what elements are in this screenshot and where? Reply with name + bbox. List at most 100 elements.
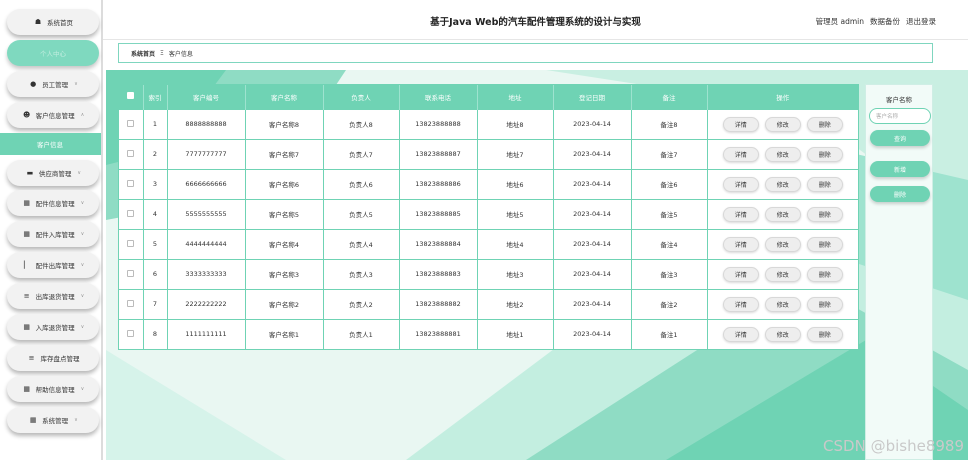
edit-button[interactable]: 修改 bbox=[764, 206, 801, 222]
cell-name: 客户名称5 bbox=[245, 198, 324, 229]
delete-button[interactable]: 删除 bbox=[806, 206, 843, 222]
row-checkbox[interactable] bbox=[119, 108, 144, 139]
column-header: 地址 bbox=[477, 85, 554, 109]
row-checkbox[interactable] bbox=[119, 198, 144, 229]
sidebar-item-out-return[interactable]: ≡ 出库退货管理 ∨ bbox=[7, 283, 99, 309]
cell-code: 1111111111 bbox=[167, 318, 246, 349]
sidebar-subitem-customer-info[interactable]: 客户信息 bbox=[0, 133, 101, 155]
cell-owner: 负责人7 bbox=[323, 138, 400, 169]
cell-owner: 负责人4 bbox=[323, 228, 400, 259]
row-checkbox[interactable] bbox=[119, 138, 144, 169]
detail-button[interactable]: 详情 bbox=[722, 236, 759, 252]
edit-button[interactable]: 修改 bbox=[764, 146, 801, 162]
sidebar-item-label: 供应商管理 bbox=[38, 170, 72, 178]
backup-link[interactable]: 数据备份 bbox=[870, 16, 900, 27]
column-header: 客户编号 bbox=[167, 85, 246, 109]
delete-button[interactable]: 删除 bbox=[806, 236, 843, 252]
sidebar-item-parts-in[interactable]: ▦ 配件入库管理 ∨ bbox=[7, 221, 99, 247]
sidebar-item-label: 帮助信息管理 bbox=[35, 386, 75, 394]
detail-button[interactable]: 详情 bbox=[722, 146, 759, 162]
row-checkbox[interactable] bbox=[119, 288, 144, 319]
row-actions: 详情 修改 删除 bbox=[707, 198, 858, 229]
detail-button[interactable]: 详情 bbox=[722, 266, 759, 282]
sidebar-item-label: 客户信息管理 bbox=[35, 112, 75, 120]
row-checkbox[interactable] bbox=[119, 318, 144, 349]
detail-button[interactable]: 详情 bbox=[722, 176, 759, 192]
sidebar-item-in-return[interactable]: ▦ 入库退货管理 ∨ bbox=[7, 314, 99, 340]
sidebar-subitem-label: 客户信息 bbox=[37, 141, 63, 149]
edit-button[interactable]: 修改 bbox=[764, 326, 801, 342]
delete-button[interactable]: 删除 bbox=[806, 266, 843, 282]
sidebar-item-parts-out[interactable]: ▏ 配件出库管理 ∨ bbox=[7, 252, 99, 278]
detail-button[interactable]: 详情 bbox=[722, 206, 759, 222]
edit-button[interactable]: 修改 bbox=[764, 236, 801, 252]
cell-note: 备注8 bbox=[631, 108, 708, 139]
cell-addr: 地址1 bbox=[477, 318, 554, 349]
column-header: 负责人 bbox=[323, 85, 400, 109]
delete-button[interactable]: 删除 bbox=[806, 176, 843, 192]
cell-addr: 地址4 bbox=[477, 228, 554, 259]
batch-delete-button[interactable]: 删除 bbox=[870, 186, 930, 202]
select-all-checkbox[interactable] bbox=[119, 85, 144, 109]
chevron-down-icon: ∨ bbox=[80, 200, 85, 206]
column-header: 备注 bbox=[631, 85, 708, 109]
logout-link[interactable]: 退出登录 bbox=[906, 16, 936, 27]
column-header: 索引 bbox=[143, 85, 168, 109]
breadcrumb-home[interactable]: 系统首页 bbox=[131, 49, 155, 58]
sidebar-item-supplier[interactable]: ▬ 供应商管理 ∨ bbox=[7, 160, 99, 186]
person-icon: ☻ bbox=[23, 111, 31, 119]
table-row: 3 6666666666 客户名称6 负责人6 13823888886 地址6 2023-0… bbox=[119, 168, 858, 199]
cell-code: 6666666666 bbox=[167, 168, 246, 199]
edit-button[interactable]: 修改 bbox=[764, 266, 801, 282]
row-actions: 详情 修改 删除 bbox=[707, 228, 858, 259]
row-checkbox[interactable] bbox=[119, 168, 144, 199]
sidebar-item-label: 配件信息管理 bbox=[35, 200, 75, 208]
breadcrumb-separator-icon: Ξ bbox=[160, 49, 164, 57]
cell-idx: 4 bbox=[143, 198, 168, 229]
detail-button[interactable]: 详情 bbox=[722, 296, 759, 312]
cell-owner: 负责人3 bbox=[323, 258, 400, 289]
delete-button[interactable]: 删除 bbox=[806, 296, 843, 312]
sidebar-item-staff[interactable]: ● 员工管理 ∨ bbox=[7, 71, 99, 97]
sidebar-item-profile[interactable]: 个人中心 bbox=[7, 40, 99, 66]
sidebar-item-customer[interactable]: ☻ 客户信息管理 ∧ bbox=[7, 102, 99, 128]
column-header: 客户名称 bbox=[245, 85, 324, 109]
detail-button[interactable]: 详情 bbox=[722, 116, 759, 132]
sidebar-item-inventory[interactable]: ≡ 库存盘点管理 bbox=[7, 345, 99, 371]
cell-name: 客户名称1 bbox=[245, 318, 324, 349]
edit-button[interactable]: 修改 bbox=[764, 176, 801, 192]
breadcrumb-current: 客户信息 bbox=[168, 50, 193, 58]
row-actions: 详情 修改 删除 bbox=[707, 108, 858, 139]
chevron-down-icon: ∨ bbox=[80, 324, 85, 330]
sidebar-item-help[interactable]: ▦ 帮助信息管理 ∨ bbox=[7, 376, 99, 402]
delete-button[interactable]: 删除 bbox=[806, 326, 843, 342]
search-button[interactable]: 查询 bbox=[870, 130, 930, 146]
table-row: 7 2222222222 客户名称2 负责人2 13823888882 地址2 2023-0… bbox=[119, 288, 858, 319]
customer-table: 索引 客户编号 客户名称 负责人 联系电话 地址 登记日期 备注 操作 1 888… bbox=[118, 84, 859, 350]
cell-phone: 13823888884 bbox=[399, 228, 478, 259]
grid-icon: ▦ bbox=[23, 230, 30, 238]
cell-name: 客户名称6 bbox=[245, 168, 324, 199]
cell-code: 7777777777 bbox=[167, 138, 246, 169]
cell-name: 客户名称4 bbox=[245, 228, 324, 259]
cell-note: 备注6 bbox=[631, 168, 708, 199]
cell-owner: 负责人6 bbox=[323, 168, 400, 199]
sidebar-item-system[interactable]: ▦ 系统管理 ∨ bbox=[7, 407, 99, 433]
cell-date: 2023-04-14 bbox=[553, 168, 632, 199]
edit-button[interactable]: 修改 bbox=[764, 116, 801, 132]
sidebar-item-home[interactable]: ☗ 系统首页 bbox=[7, 9, 99, 35]
add-button[interactable]: 新增 bbox=[870, 161, 930, 177]
cell-code: 8888888888 bbox=[167, 108, 246, 139]
customer-name-search-input[interactable]: 客户名称 bbox=[869, 108, 931, 124]
detail-button[interactable]: 详情 bbox=[722, 326, 759, 342]
cell-date: 2023-04-14 bbox=[553, 138, 632, 169]
delete-button[interactable]: 删除 bbox=[806, 146, 843, 162]
sliders-icon: ≡ bbox=[23, 292, 30, 300]
row-checkbox[interactable] bbox=[119, 228, 144, 259]
delete-button[interactable]: 删除 bbox=[806, 116, 843, 132]
pin-icon: ● bbox=[30, 80, 37, 88]
header-user-area: 管理员 admin 数据备份 退出登录 bbox=[816, 16, 936, 27]
row-checkbox[interactable] bbox=[119, 258, 144, 289]
sidebar-item-parts[interactable]: ▦ 配件信息管理 ∨ bbox=[7, 190, 99, 216]
edit-button[interactable]: 修改 bbox=[764, 296, 801, 312]
